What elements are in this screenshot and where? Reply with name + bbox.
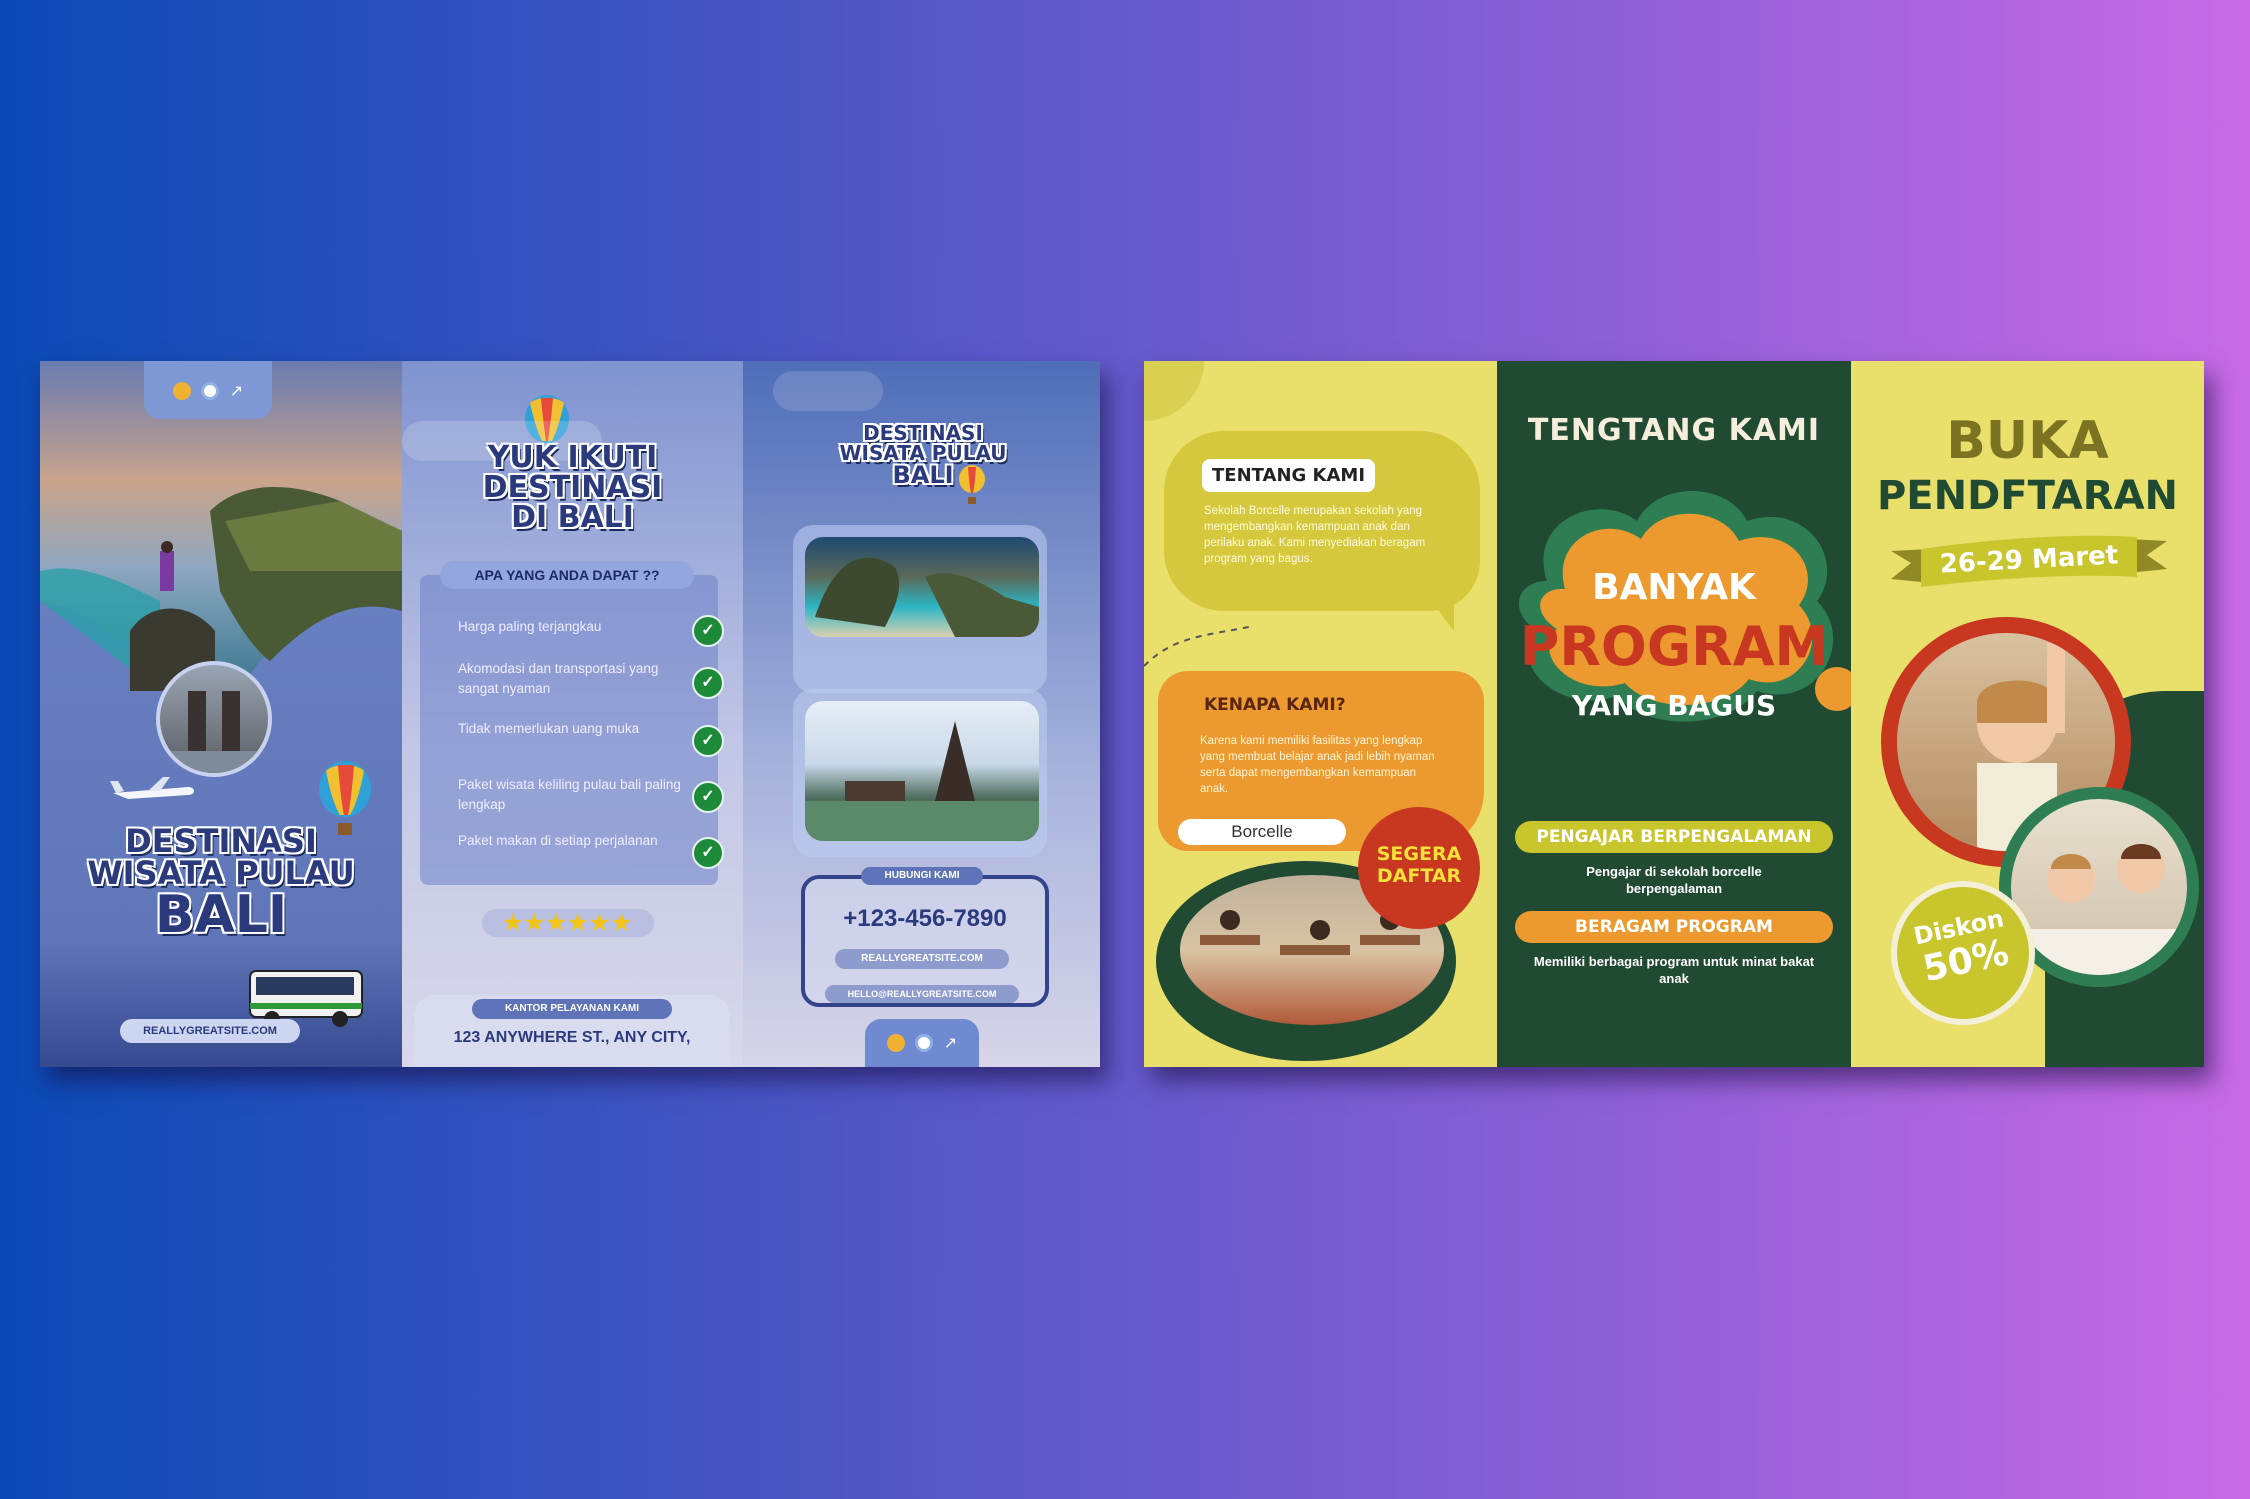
beach-cliff-photo — [805, 537, 1039, 637]
benefits-title: YUK IKUTI DESTINASI DI BALI — [482, 440, 663, 535]
bali-panel-cover: ↗ DESTINASI WISATA PULAU BALI REALLYGREA… — [40, 361, 402, 1067]
airplane-icon — [110, 777, 194, 799]
cover-website[interactable]: REALLYGREATSITE.COM — [120, 1019, 300, 1043]
lake-temple-photo — [805, 701, 1039, 841]
feature2-label: BERAGAM PROGRAM — [1515, 911, 1833, 943]
check-icon: ✓ — [692, 725, 724, 757]
bali-brochure: ↗ DESTINASI WISATA PULAU BALI REALLYGREA… — [40, 361, 1100, 1067]
back-title: DESTINASI WISATA PULAU BALI — [839, 421, 1007, 489]
benefit-item: Paket wisata keliling pulau bali paling … — [458, 777, 681, 812]
check-icon: ✓ — [692, 615, 724, 647]
cta-badge[interactable]: SEGERA DAFTAR — [1358, 807, 1480, 929]
bali-panel-contact: DESTINASI WISATA PULAU BALI HUBUNGI KAMI… — [743, 361, 1100, 1067]
about-heading: TENTANG KAMI — [1202, 459, 1376, 492]
feature2-text: Memiliki berbagai program untuk minat ba… — [1533, 954, 1815, 986]
school-brochure: TENTANG KAMI Sekolah Borcelle merupakan … — [1144, 361, 2204, 1067]
circle-icon — [201, 382, 220, 400]
arc-title: TENGTANG KAMI — [1527, 413, 1821, 448]
girls-drawing-photo — [2011, 799, 2187, 975]
school-panel-about: TENTANG KAMI Sekolah Borcelle merupakan … — [1144, 361, 1497, 1067]
benefit-item: Akomodasi dan transportasi yang sangat n… — [458, 661, 659, 696]
contact-email[interactable]: HELLO@REALLYGREATSITE.COM — [825, 985, 1019, 1003]
school-panel-registration: BUKA PENDFTARAN 26-29 Maret Diskon 50% — [1851, 361, 2204, 1067]
phone-number[interactable]: +123-456-7890 — [801, 905, 1049, 933]
feature1-label: PENGAJAR BERPENGALAMAN — [1515, 821, 1833, 853]
benefit-item: Tidak memerlukan uang muka — [458, 721, 640, 736]
benefits-heading: APA YANG ANDA DAPAT ?? — [440, 561, 694, 589]
circle-icon — [915, 1034, 934, 1052]
rating-stars: ★★★★★★ — [482, 909, 654, 937]
contact-website[interactable]: REALLYGREATSITE.COM — [835, 949, 1009, 969]
logo-tab: ↗ — [865, 1019, 979, 1067]
feature1-text: Pengajar di sekolah borcelle berpengalam… — [1586, 864, 1762, 896]
school-panel-programs: TENGTANG KAMI BANYAK PROGRAM YANG BAGUS … — [1497, 361, 1859, 1067]
why-text: Karena kami memiliki fasilitas yang leng… — [1200, 735, 1435, 795]
cloud-line3: YANG BAGUS — [1571, 689, 1777, 722]
why-heading: KENAPA KAMI? — [1204, 695, 1346, 715]
runner-icon: ↗ — [229, 383, 244, 400]
hot-air-balloon-icon — [959, 465, 985, 504]
name-tag: Borcelle — [1178, 819, 1346, 845]
benefit-item: Harga paling terjangkau — [458, 619, 602, 634]
about-text: Sekolah Borcelle merupakan sekolah yang … — [1204, 505, 1426, 565]
bali-panel-benefits: YUK IKUTI DESTINASI DI BALI APA YANG AND… — [402, 361, 743, 1067]
logo-tab: ↗ — [144, 361, 272, 419]
contact-label: HUBUNGI KAMI — [861, 867, 983, 885]
cloud-shape — [773, 371, 883, 411]
swirl-icon — [172, 382, 191, 400]
cloud-line2: PROGRAM — [1519, 615, 1829, 678]
office-label: KANTOR PELAYANAN KAMI — [472, 999, 672, 1019]
cover-title: DESTINASI WISATA PULAU BALI — [87, 822, 355, 945]
temple-gate-photo — [156, 661, 272, 777]
check-icon: ✓ — [692, 781, 724, 813]
office-address: 123 ANYWHERE ST., ANY CITY, — [453, 1029, 691, 1046]
cloud-line1: BANYAK — [1592, 567, 1756, 608]
check-icon: ✓ — [692, 667, 724, 699]
corner-blob — [1144, 361, 1204, 421]
benefit-item: Paket makan di setiap perjalanan — [458, 833, 658, 848]
reg-title-line1: BUKA — [1946, 411, 2109, 471]
dashed-path — [1144, 625, 1255, 667]
check-icon: ✓ — [692, 837, 724, 869]
runner-icon: ↗ — [943, 1035, 958, 1052]
bubble-tail — [1424, 591, 1454, 631]
swirl-icon — [886, 1034, 905, 1052]
reg-title-line2: PENDFTARAN — [1876, 473, 2178, 519]
